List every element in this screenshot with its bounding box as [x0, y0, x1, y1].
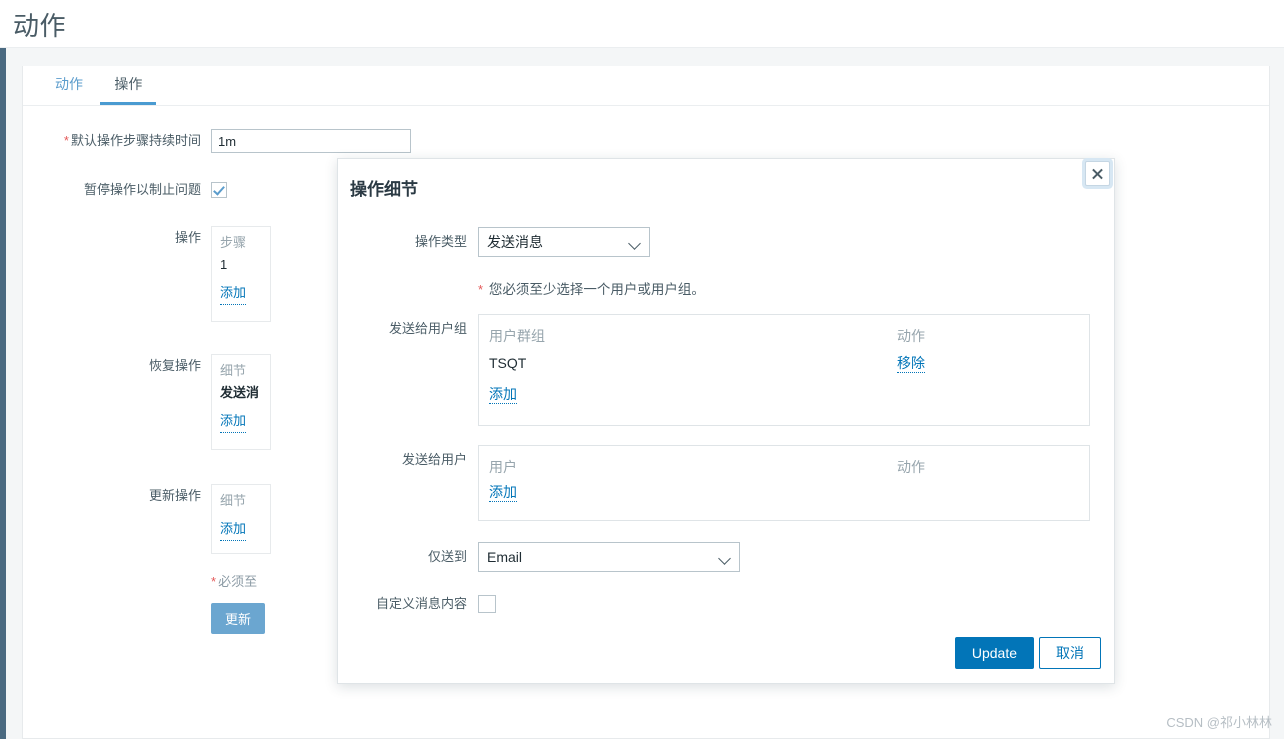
close-icon[interactable]: [1085, 161, 1110, 186]
validation-hint-text: 您必须至少选择一个用户或用户组。: [488, 282, 705, 297]
page-title: 动作: [13, 11, 67, 41]
row-update-operations: 更新操作 细节 添加: [23, 484, 271, 554]
user-groups-header-row: 用户群组 动作: [489, 323, 1079, 350]
required-note: * 必须至: [211, 572, 257, 592]
table-row: TSQT 移除: [489, 350, 1079, 377]
users-add-link[interactable]: 添加: [489, 483, 517, 502]
row-operations: 操作 步骤 1 添加: [23, 226, 271, 322]
user-groups-column-name: 用户群组: [489, 328, 545, 344]
tab-action-label: 动作: [55, 76, 83, 92]
send-to-user-groups-label: 发送给用户组: [388, 321, 467, 336]
update-add-link[interactable]: 添加: [220, 518, 247, 541]
validation-hint: * 您必须至少选择一个用户或用户组。: [478, 278, 705, 298]
send-only-to-select[interactable]: Email: [478, 542, 740, 572]
update-button[interactable]: 更新: [211, 603, 266, 634]
operations-label: 操作: [174, 230, 201, 245]
chevron-down-icon: [628, 237, 641, 250]
default-duration-label-text: 默认操作步骤持续时间: [70, 133, 201, 148]
users-add-wrap: 添加: [489, 483, 1079, 502]
page-header: 动作: [0, 0, 1284, 48]
row-default-duration: * 默认操作步骤持续时间: [23, 129, 411, 153]
update-column-detail: 细节: [220, 493, 247, 508]
row-required-note: * 必须至: [23, 572, 257, 592]
dialog-footer: Update 取消: [338, 613, 1114, 683]
custom-message-checkbox[interactable]: [478, 595, 496, 613]
default-duration-label: * 默认操作步骤持续时间: [23, 129, 211, 153]
chevron-down-icon: [718, 552, 731, 565]
update-operations-label: 更新操作: [148, 488, 201, 503]
row-operation-type: 操作类型 发送消息: [338, 227, 650, 257]
recovery-column-detail: 细节: [220, 363, 247, 378]
pause-operations-checkbox[interactable]: [211, 182, 227, 198]
recovery-operations-label: 恢复操作: [148, 358, 201, 373]
dialog-title: 操作细节: [350, 180, 418, 199]
default-duration-input[interactable]: [211, 129, 411, 153]
update-operations-table: 细节 添加: [211, 484, 271, 554]
users-header-row: 用户 动作: [489, 454, 1079, 481]
required-marker: *: [63, 133, 69, 148]
row-recovery-operations: 恢复操作 细节 发送消 添加: [23, 354, 271, 450]
user-groups-add-link[interactable]: 添加: [489, 385, 517, 404]
operations-table: 步骤 1 添加: [211, 226, 271, 322]
user-group-remove-cell: 移除: [897, 350, 925, 377]
users-panel: 用户 动作 添加: [478, 445, 1090, 521]
tab-bar: 动作 操作: [23, 66, 1269, 106]
users-table: 用户 动作: [489, 454, 1079, 481]
operation-type-label: 操作类型: [414, 234, 467, 249]
send-only-to-value: Email: [487, 549, 523, 565]
validation-hint-marker: *: [478, 282, 484, 297]
operation-type-value: 发送消息: [487, 234, 543, 250]
user-group-name: TSQT: [489, 355, 527, 371]
recovery-row-detail: 发送消: [220, 385, 260, 400]
user-groups-table: 用户群组 动作 TSQT 移除: [489, 323, 1079, 377]
tab-operations[interactable]: 操作: [100, 66, 157, 105]
tab-operations-label: 操作: [114, 76, 143, 92]
operations-row-step: 1: [220, 257, 228, 272]
tab-action[interactable]: 动作: [41, 66, 97, 105]
user-groups-add-wrap: 添加: [489, 385, 1079, 404]
watermark: CSDN @祁小林林: [1166, 715, 1272, 730]
users-column-action: 动作: [897, 459, 925, 475]
user-groups-panel: 用户群组 动作 TSQT 移除 添加: [478, 314, 1090, 426]
user-group-remove-link[interactable]: 移除: [897, 354, 925, 373]
dialog-cancel-button[interactable]: 取消: [1039, 637, 1101, 669]
user-groups-column-action: 动作: [897, 328, 925, 344]
pause-operations-label: 暂停操作以制止问题: [83, 182, 201, 197]
required-note-text: 必须至: [218, 574, 258, 589]
operation-details-dialog: 操作细节 操作类型 发送消息 * 您必须至少选择一个用户或用户组。 发送给用户组…: [337, 158, 1115, 684]
operation-type-select[interactable]: 发送消息: [478, 227, 650, 257]
row-send-to-user-groups: 发送给用户组 用户群组 动作 TSQT 移除 添加: [338, 314, 1090, 426]
recovery-add-link[interactable]: 添加: [220, 410, 247, 433]
row-pause-operations: 暂停操作以制止问题: [23, 178, 227, 202]
row-update-button: 更新: [23, 603, 266, 634]
operations-column-step: 步骤: [220, 235, 247, 250]
operations-add-link[interactable]: 添加: [220, 282, 247, 305]
dialog-update-button[interactable]: Update: [954, 637, 1034, 669]
required-note-marker: *: [211, 574, 217, 589]
send-only-to-label: 仅送到: [427, 549, 467, 564]
row-send-only-to: 仅送到 Email: [338, 542, 740, 572]
recovery-operations-table: 细节 发送消 添加: [211, 354, 271, 450]
users-column-name: 用户: [489, 459, 517, 475]
row-send-to-users: 发送给用户 用户 动作 添加: [338, 445, 1090, 521]
send-to-users-label: 发送给用户: [401, 452, 467, 467]
